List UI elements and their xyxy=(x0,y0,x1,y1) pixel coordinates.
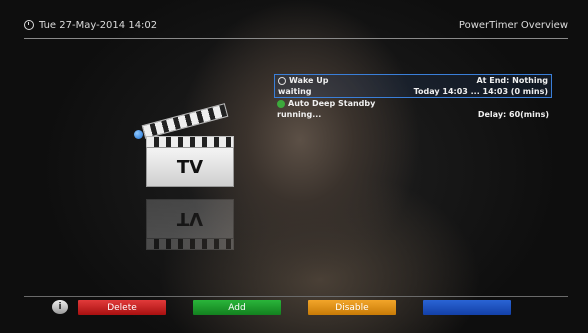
timer-name: Wake Up xyxy=(289,76,329,85)
tv-clapper-logo: TV TV xyxy=(130,100,250,290)
timer-row-auto-deep-standby[interactable]: Auto Deep Standby running... Delay: 60(m… xyxy=(274,98,552,122)
timer-name: Auto Deep Standby xyxy=(288,99,376,108)
timer-row-wake-up[interactable]: Wake Up At End: Nothing waiting Today 14… xyxy=(274,74,552,98)
datetime-text: Tue 27-May-2014 14:02 xyxy=(39,19,158,31)
blue-button[interactable] xyxy=(423,300,511,315)
timer-time: Today 14:03 ... 14:03 (0 mins) xyxy=(413,87,548,96)
timer-list[interactable]: Wake Up At End: Nothing waiting Today 14… xyxy=(274,74,552,122)
screen-title: PowerTimer Overview xyxy=(458,19,568,31)
background-video xyxy=(0,0,588,333)
info-icon[interactable]: i xyxy=(52,300,68,314)
timer-status: running... xyxy=(277,110,322,119)
timer-time: Delay: 60(mins) xyxy=(477,110,549,119)
tv-label: TV xyxy=(146,147,234,187)
footer-divider xyxy=(24,296,568,297)
clock-icon xyxy=(278,76,286,85)
logo-reflection: TV xyxy=(130,196,250,286)
header-divider xyxy=(24,38,568,39)
header-bar: Tue 27-May-2014 14:02 PowerTimer Overvie… xyxy=(24,14,568,36)
power-icon xyxy=(277,99,285,108)
add-button[interactable]: Add xyxy=(193,300,281,315)
disable-button[interactable]: Disable xyxy=(308,300,396,315)
delete-button[interactable]: Delete xyxy=(78,300,166,315)
blue-dot-icon xyxy=(134,130,143,139)
datetime: Tue 27-May-2014 14:02 xyxy=(24,20,157,31)
clock-icon xyxy=(24,20,34,30)
timer-action: At End: Nothing xyxy=(476,76,548,85)
timer-status: waiting xyxy=(278,87,312,96)
clapper-stick-icon xyxy=(141,103,229,139)
